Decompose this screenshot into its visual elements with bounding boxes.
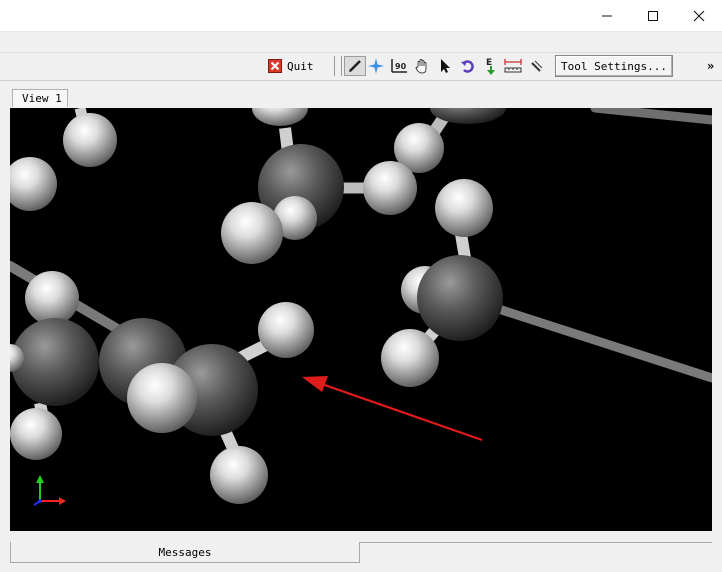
maximize-button[interactable]: [630, 0, 676, 31]
messages-label: Messages: [158, 545, 212, 559]
quit-icon: [268, 59, 282, 73]
minimize-icon: [602, 15, 612, 16]
toolbar-overflow-button[interactable]: »: [707, 56, 714, 76]
maximize-icon: [648, 10, 658, 21]
rotate-90-tool-button[interactable]: 90: [389, 56, 409, 76]
navigate-tool-button[interactable]: [366, 56, 386, 76]
extract-icon: E: [486, 58, 495, 75]
close-icon: [693, 10, 705, 21]
hand-tool-button[interactable]: [412, 56, 432, 76]
tool-settings-label: Tool Settings...: [561, 59, 667, 73]
draw-tool-button[interactable]: [344, 56, 366, 76]
messages-tab[interactable]: Messages: [10, 542, 360, 563]
navigate-star-icon: [368, 58, 384, 74]
measure-icon: [504, 59, 522, 73]
bond-group: [10, 108, 712, 456]
quit-button[interactable]: Quit: [268, 56, 314, 76]
pointer-icon: [441, 59, 450, 73]
annotation-arrow: [302, 376, 483, 442]
pencil-icon: [349, 60, 361, 72]
toolbar: Quit 90 E Tool Settings... »: [0, 53, 722, 81]
tab-view-1-label: View 1: [22, 92, 62, 105]
messages-divider: [360, 542, 712, 543]
molecule-scene[interactable]: [10, 108, 712, 531]
pointer-tool-button[interactable]: [435, 56, 455, 76]
chevron-right-icon: »: [707, 59, 715, 73]
measure-tool-button[interactable]: [503, 56, 523, 76]
main-content: View 1 Messages: [0, 81, 722, 572]
svg-text:90: 90: [395, 62, 407, 71]
axis-triad: [33, 475, 66, 506]
quit-label: Quit: [287, 59, 314, 73]
undo-rotate-tool-button[interactable]: [458, 56, 478, 76]
rotate-90-icon: 90: [391, 59, 407, 73]
undo-rotate-icon: [461, 60, 474, 73]
ruler-icon: [531, 60, 543, 72]
toolbar-grip[interactable]: [334, 56, 342, 76]
minimize-button[interactable]: [584, 0, 630, 31]
messages-bar: Messages: [0, 542, 722, 572]
menu-area: [0, 32, 722, 53]
ruler-tool-button[interactable]: [527, 56, 547, 76]
title-bar: [0, 0, 722, 32]
tool-settings-button[interactable]: Tool Settings...: [555, 55, 673, 77]
view-tab-strip: View 1: [0, 81, 722, 107]
extract-tool-button[interactable]: E: [481, 56, 501, 76]
hand-icon: [415, 59, 427, 74]
close-button[interactable]: [676, 0, 722, 31]
tab-view-1[interactable]: View 1: [12, 89, 68, 107]
3d-viewport[interactable]: [10, 108, 712, 531]
